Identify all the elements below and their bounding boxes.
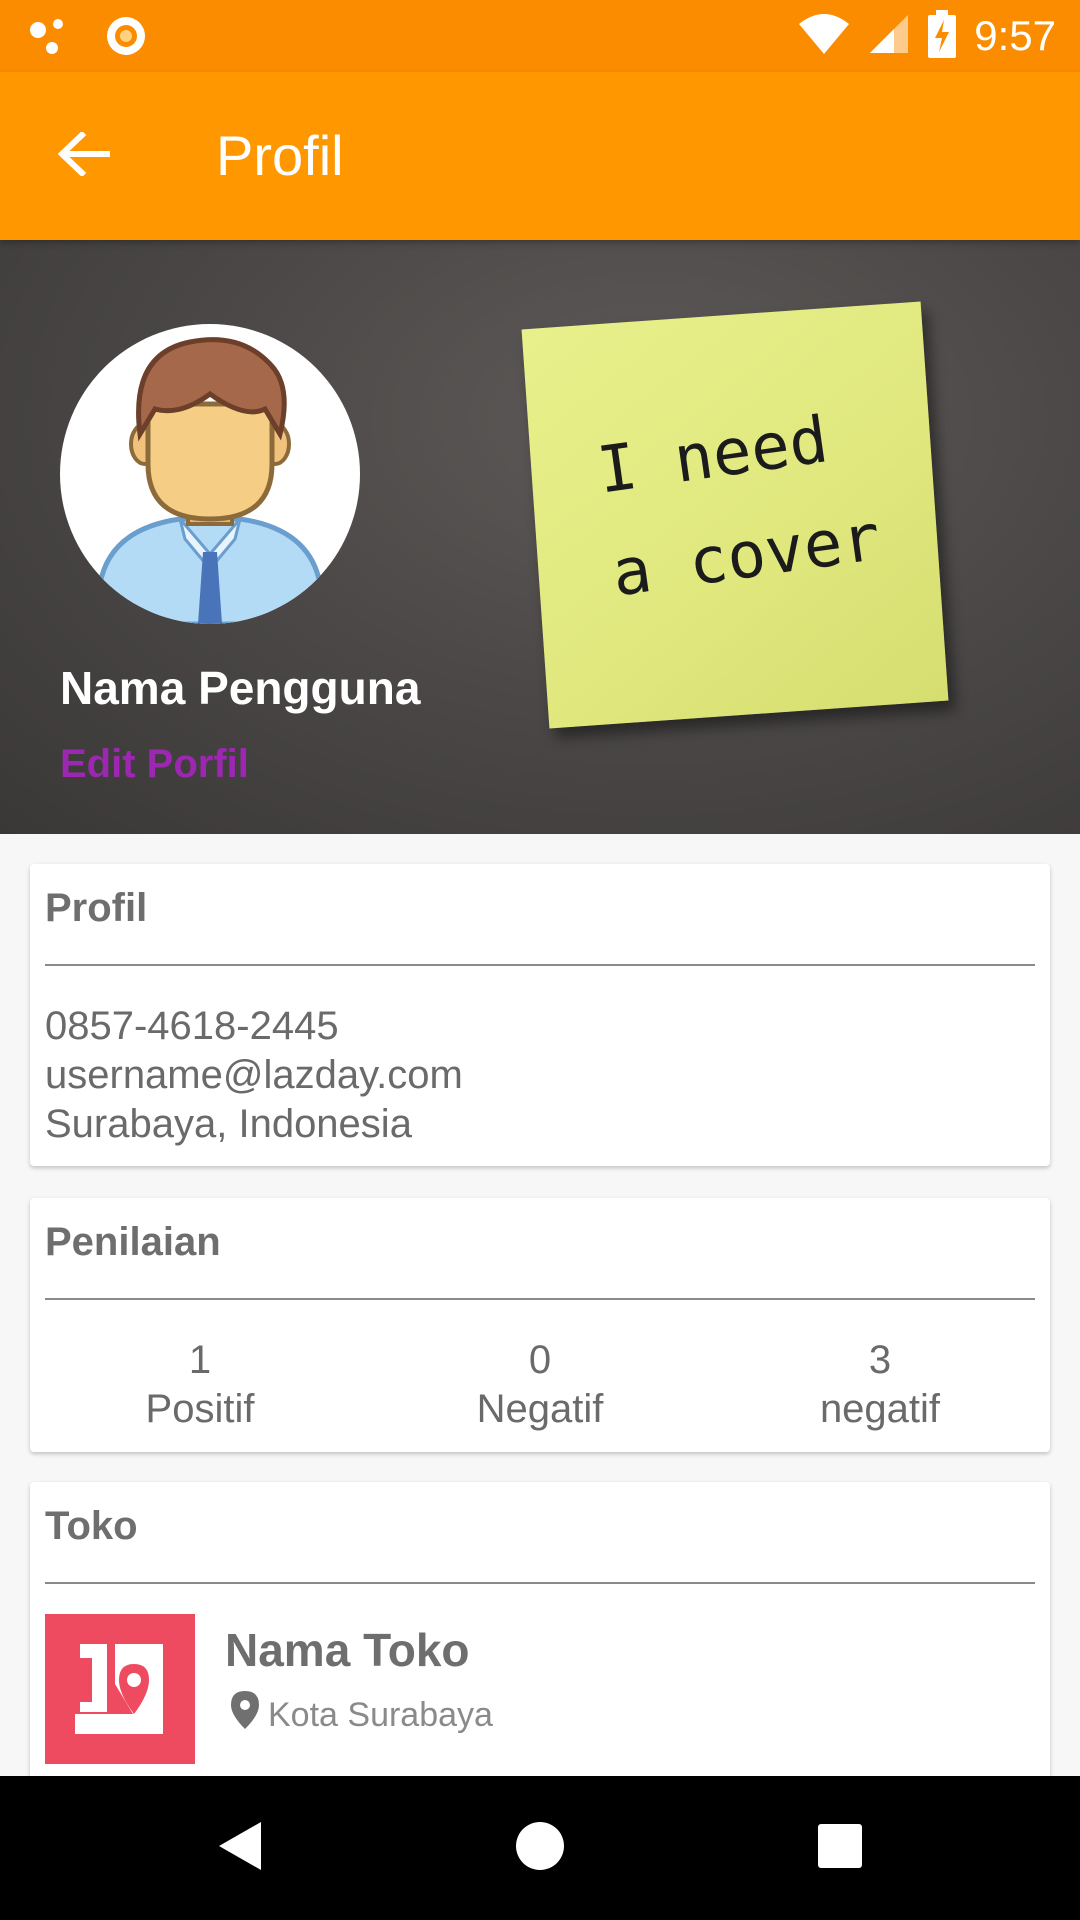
triangle-back-icon <box>215 1819 265 1877</box>
store-location: Kota Surabaya <box>230 1690 493 1739</box>
divider <box>45 964 1035 966</box>
rating-count: 1 <box>188 1338 212 1382</box>
nav-recents-button[interactable] <box>800 1808 880 1888</box>
rating-label: Negatif <box>476 1387 604 1431</box>
user-location: Surabaya, Indonesia <box>45 1102 412 1146</box>
notification-dots-icon <box>28 16 72 60</box>
record-icon <box>104 14 148 62</box>
store-card: Toko Nama Toko Kota Surabaya <box>30 1482 1050 1782</box>
location-pin-icon <box>230 1690 260 1739</box>
arrow-left-icon <box>57 130 111 180</box>
email-address: username@lazday.com <box>45 1053 463 1097</box>
edit-profile-link[interactable]: Edit Porfil <box>60 740 249 788</box>
status-clock: 9:57 <box>974 12 1056 59</box>
square-recents-icon <box>817 1823 863 1873</box>
rating-label: negatif <box>819 1387 941 1431</box>
rating-third: 3 negatif <box>710 1336 1050 1434</box>
rating-count: 0 <box>528 1338 552 1382</box>
status-left <box>28 14 148 62</box>
rating-card: Penilaian 1 Positif 0 Negatif 3 negatif <box>30 1198 1050 1452</box>
store-card-title: Toko <box>45 1504 138 1548</box>
rating-card-title: Penilaian <box>45 1220 221 1264</box>
status-bar: 9:57 <box>0 0 1080 72</box>
status-right: 9:57 <box>798 10 1056 62</box>
user-avatar-icon <box>97 337 323 624</box>
system-nav-bar <box>0 1776 1080 1920</box>
store-logo-icon <box>75 1644 163 1734</box>
rating-negative: 0 Negatif <box>370 1336 710 1434</box>
store-city: Kota Surabaya <box>268 1695 493 1734</box>
phone-number: 0857-4618-2445 <box>45 1004 339 1048</box>
nav-home-button[interactable] <box>500 1808 580 1888</box>
back-button[interactable] <box>36 118 132 194</box>
wifi-icon <box>798 12 850 60</box>
divider <box>45 1582 1035 1584</box>
battery-charging-icon <box>928 10 957 62</box>
rating-row: 1 Positif 0 Negatif 3 negatif <box>30 1336 1050 1434</box>
avatar[interactable] <box>60 324 360 624</box>
profile-card-title: Profil <box>45 886 148 930</box>
divider <box>45 1298 1035 1300</box>
cell-signal-icon <box>868 13 910 59</box>
profile-info: 0857-4618-2445 username@lazday.com Surab… <box>45 1002 463 1149</box>
user-name: Nama Pengguna <box>60 662 421 714</box>
rating-count: 3 <box>868 1338 892 1382</box>
page-title: Profil <box>216 124 344 187</box>
profile-card: Profil 0857-4618-2445 username@lazday.co… <box>30 864 1050 1166</box>
rating-positive: 1 Positif <box>30 1336 370 1434</box>
sticky-note-text: I need a cover <box>593 403 886 612</box>
app-bar: Profil <box>0 72 1080 240</box>
rating-label: Positif <box>145 1387 255 1431</box>
store-name[interactable]: Nama Toko <box>225 1622 470 1678</box>
circle-home-icon <box>515 1821 565 1875</box>
nav-back-button[interactable] <box>200 1808 280 1888</box>
cover-placeholder-note: I need a cover <box>521 301 949 729</box>
profile-cover: Nama Pengguna Edit Porfil I need a cover <box>0 240 1080 834</box>
store-logo[interactable] <box>45 1614 195 1764</box>
